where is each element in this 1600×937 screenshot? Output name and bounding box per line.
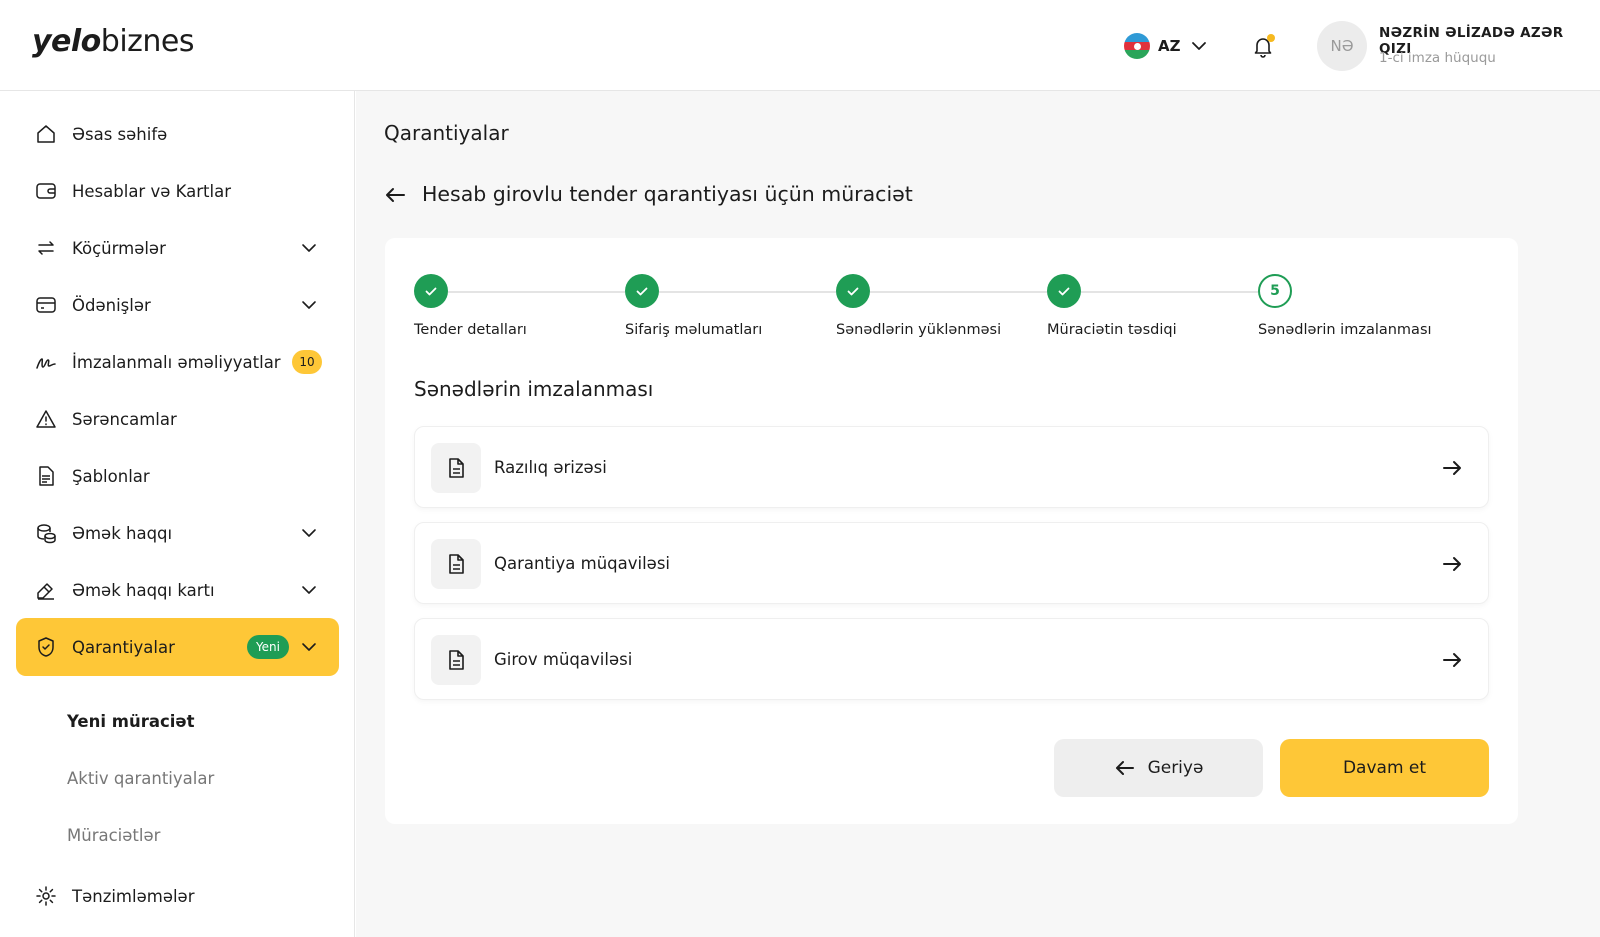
sidebar-item-label: Tənzimləmələr <box>72 886 195 906</box>
signature-icon <box>34 350 58 374</box>
back-arrow-icon[interactable] <box>382 182 408 208</box>
card-icon <box>34 293 58 317</box>
logo-bold: yelo <box>32 24 101 59</box>
document-icon <box>431 635 481 685</box>
step-complete-check-icon <box>625 274 659 308</box>
count-badge: 10 <box>292 350 322 374</box>
sidebar-subitem-new-application[interactable]: Yeni müraciət <box>67 712 195 731</box>
stepper-line <box>1081 291 1258 293</box>
notification-bell-icon[interactable] <box>1249 32 1277 60</box>
sidebar-item-transfers[interactable]: Köçürmələr <box>16 219 339 277</box>
sidebar-item-guarantees[interactable]: Qarantiyalar Yeni <box>16 618 339 676</box>
document-label: Razılıq ərizəsi <box>494 458 607 477</box>
language-code: AZ <box>1158 37 1181 55</box>
sidebar-item-label: Əmək haqqı kartı <box>72 580 215 600</box>
sidebar-item-label: Hesablar və Kartlar <box>72 181 231 201</box>
sidebar-item-label: Şablonlar <box>72 466 150 486</box>
step-label: Tender detalları <box>414 322 527 338</box>
notification-dot <box>1267 34 1275 42</box>
sidebar-item-label: Ödənişlər <box>72 295 151 315</box>
arrow-right-icon <box>1443 653 1461 667</box>
document-label: Qarantiya müqaviləsi <box>494 554 671 573</box>
section-title: Sənədlərin imzalanması <box>414 377 654 401</box>
wallet-icon <box>34 179 58 203</box>
sidebar-item-accounts[interactable]: Hesablar və Kartlar <box>16 162 339 220</box>
page-title: Qarantiyalar <box>384 121 509 145</box>
template-icon <box>34 464 58 488</box>
sidebar-item-label: Əmək haqqı <box>72 523 173 543</box>
user-role: 1-ci imza hüququ <box>1379 50 1496 66</box>
chevron-down-icon <box>1191 42 1206 50</box>
application-title: Hesab girovlu tender qarantiyası üçün mü… <box>422 182 913 206</box>
sidebar-item-home[interactable]: Əsas səhifə <box>16 105 339 163</box>
top-header: yelobiznes AZ NƏ NƏZRİN ƏLİZADƏ AZƏR QIZ… <box>0 0 1600 91</box>
gear-icon <box>34 884 58 908</box>
document-label: Girov müqaviləsi <box>494 650 633 669</box>
stepper-line <box>870 291 1047 293</box>
back-button-label: Geriyə <box>1147 758 1204 778</box>
arrow-right-icon <box>1443 461 1461 475</box>
stepper-line <box>659 291 836 293</box>
sidebar-item-label: İmzalanmalı əməliyyatlar <box>72 352 281 372</box>
chevron-down-icon <box>302 301 316 309</box>
home-icon <box>34 122 58 146</box>
sidebar-item-orders[interactable]: Sərəncamlar <box>16 390 339 448</box>
sidebar-item-salary[interactable]: Əmək haqqı <box>16 504 339 562</box>
chevron-down-icon <box>302 244 316 252</box>
chevron-down-icon <box>302 529 316 537</box>
document-icon <box>431 443 481 493</box>
application-card: 5 Tender detalları Sifariş məlumatları S… <box>385 238 1518 824</box>
warning-icon <box>34 407 58 431</box>
document-row-pledge-contract[interactable]: Girov müqaviləsi <box>414 618 1489 700</box>
document-icon <box>431 539 481 589</box>
document-row-consent[interactable]: Razılıq ərizəsi <box>414 426 1489 508</box>
step-label: Sənədlərin imzalanması <box>1258 322 1432 338</box>
step-label: Sənədlərin yüklənməsi <box>836 322 1002 338</box>
step-current-number: 5 <box>1258 274 1292 308</box>
step-complete-check-icon <box>1047 274 1081 308</box>
sidebar-item-templates[interactable]: Şablonlar <box>16 447 339 505</box>
sidebar-item-salary-card[interactable]: Əmək haqqı kartı <box>16 561 339 619</box>
new-badge: Yeni <box>246 635 289 659</box>
avatar[interactable]: NƏ <box>1317 21 1367 71</box>
sidebar-item-payments[interactable]: Ödənişlər <box>16 276 339 334</box>
arrow-right-icon <box>1443 557 1461 571</box>
sidebar-subitem-applications[interactable]: Müraciətlər <box>67 826 160 845</box>
language-selector[interactable]: AZ <box>1124 32 1209 60</box>
document-row-guarantee-contract[interactable]: Qarantiya müqaviləsi <box>414 522 1489 604</box>
coins-icon <box>34 521 58 545</box>
step-complete-check-icon <box>414 274 448 308</box>
step-label: Müraciətin təsdiqi <box>1047 322 1177 338</box>
logo[interactable]: yelobiznes <box>32 24 195 59</box>
back-button[interactable]: Geriyə <box>1054 739 1263 797</box>
stepper-line <box>448 291 625 293</box>
main-content: Qarantiyalar Hesab girovlu tender qarant… <box>356 91 1600 937</box>
sidebar-item-label: Köçürmələr <box>72 238 166 258</box>
logo-regular: biznes <box>100 24 195 59</box>
arrow-left-icon <box>1115 761 1134 775</box>
sidebar-item-pending-signatures[interactable]: İmzalanmalı əməliyyatlar 10 <box>16 333 339 391</box>
sidebar-item-label: Sərəncamlar <box>72 409 177 429</box>
sidebar-item-label: Əsas səhifə <box>72 124 168 144</box>
step-label: Sifariş məlumatları <box>625 322 763 338</box>
chevron-down-icon <box>302 643 316 651</box>
continue-button[interactable]: Davam et <box>1280 739 1489 797</box>
step-complete-check-icon <box>836 274 870 308</box>
transfer-icon <box>34 236 58 260</box>
azerbaijan-flag-icon <box>1124 33 1150 59</box>
shield-icon <box>34 635 58 659</box>
sidebar-item-label: Qarantiyalar <box>72 637 175 657</box>
sidebar: Əsas səhifə Hesablar və Kartlar Köçürməl… <box>0 91 355 937</box>
sidebar-item-settings[interactable]: Tənzimləmələr <box>16 867 339 925</box>
sidebar-subitem-active-guarantees[interactable]: Aktiv qarantiyalar <box>67 769 214 788</box>
salary-card-icon <box>34 578 58 602</box>
chevron-down-icon <box>302 586 316 594</box>
